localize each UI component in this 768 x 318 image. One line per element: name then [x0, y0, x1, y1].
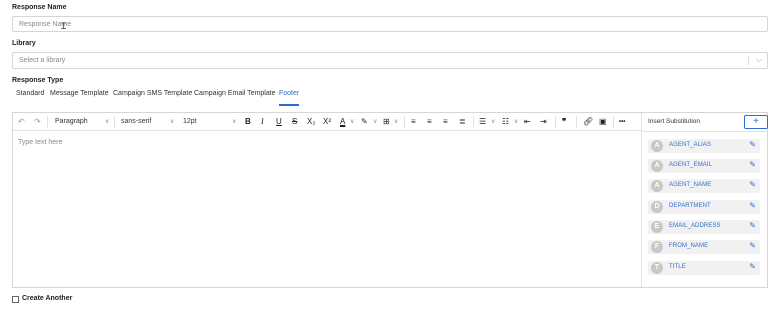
avatar: E — [651, 221, 663, 233]
tab-footer[interactable]: Footer — [279, 90, 300, 106]
edit-icon[interactable]: ✎ — [749, 241, 756, 250]
indent-icon[interactable]: ⇥ — [540, 116, 547, 128]
chevron-down-icon[interactable]: ⌵ — [756, 55, 762, 65]
redo-icon[interactable]: ↷ — [34, 116, 41, 128]
create-another-label: Create Another — [22, 295, 73, 302]
avatar: T — [651, 262, 663, 274]
editor-placeholder: Type text here — [18, 139, 63, 146]
bold-button[interactable]: B — [245, 116, 251, 128]
substitution-item-from-name[interactable]: F FROM_NAME ✎ — [648, 240, 760, 254]
library-placeholder: Select a library — [19, 57, 66, 64]
font-size-value: 12pt — [183, 118, 197, 125]
editor-body[interactable]: Type text here — [13, 131, 641, 287]
edit-icon[interactable]: ✎ — [749, 180, 756, 189]
substitution-item-email-address[interactable]: E EMAIL_ADDRESS ✎ — [648, 220, 760, 234]
align-left-icon[interactable]: ≡ — [411, 116, 416, 128]
substitution-item-agent-alias[interactable]: A AGENT_ALIAS ✎ — [648, 139, 760, 153]
add-substitution-button[interactable]: + — [744, 115, 768, 129]
block-format-value: Paragraph — [55, 118, 88, 125]
table-icon[interactable]: ⊞ — [383, 116, 390, 128]
avatar: F — [651, 241, 663, 253]
chevron-down-icon[interactable]: ∨ — [514, 116, 518, 128]
substitution-item-agent-name[interactable]: A AGENT_NAME ✎ — [648, 179, 760, 193]
italic-button[interactable]: I — [261, 116, 264, 128]
highlight-color-icon[interactable]: ✎ — [361, 116, 368, 128]
align-center-icon[interactable]: ≡ — [427, 116, 432, 128]
block-format-select[interactable]: Paragraph — [55, 116, 88, 128]
font-size-select[interactable]: 12pt — [183, 116, 197, 128]
avatar: A — [651, 140, 663, 152]
font-family-value: sans-serif — [121, 118, 152, 125]
edit-icon[interactable]: ✎ — [749, 221, 756, 230]
chevron-down-icon[interactable]: ∨ — [350, 116, 354, 128]
insert-substitution-title: Insert Substitution — [648, 118, 701, 125]
response-name-label: Response Name — [12, 4, 67, 11]
strikethrough-button[interactable]: S — [292, 116, 297, 128]
text-cursor-icon: Ɪ — [61, 21, 67, 31]
avatar: A — [651, 180, 663, 192]
chevron-down-icon[interactable]: ∨ — [394, 116, 398, 128]
tab-campaign-email-template[interactable]: Campaign Email Template — [194, 90, 276, 106]
edit-icon[interactable]: ✎ — [749, 262, 756, 271]
substitution-name: EMAIL_ADDRESS — [669, 223, 721, 229]
rich-text-editor: ↶ ↷ Paragraph ∨ sans-serif ∨ 12pt ∨ B I … — [12, 112, 768, 288]
create-another-checkbox[interactable] — [12, 296, 19, 303]
avatar: A — [651, 160, 663, 172]
font-family-select[interactable]: sans-serif — [121, 116, 151, 128]
response-type-label: Response Type — [12, 77, 64, 84]
underline-button[interactable]: U — [276, 116, 282, 128]
blockquote-icon[interactable]: ❞ — [562, 116, 566, 128]
text-color-button[interactable]: A — [340, 116, 345, 128]
select-divider — [748, 56, 749, 65]
edit-icon[interactable]: ✎ — [749, 140, 756, 149]
library-select[interactable]: Select a library ⌵ — [12, 52, 768, 69]
outdent-icon[interactable]: ⇤ — [524, 116, 531, 128]
tab-standard[interactable]: Standard — [16, 90, 44, 106]
response-name-input[interactable]: Response Name — [12, 16, 768, 32]
image-icon[interactable]: ▣ — [599, 116, 607, 128]
substitution-item-agent-email[interactable]: A AGENT_EMAIL ✎ — [648, 159, 760, 173]
undo-icon[interactable]: ↶ — [18, 116, 25, 128]
align-justify-icon[interactable]: ≣ — [459, 116, 466, 128]
insert-substitution-panel: Insert Substitution + A AGENT_ALIAS ✎ A … — [641, 113, 768, 287]
tab-message-template[interactable]: Message Template — [50, 90, 109, 106]
substitution-name: DEPARTMENT — [669, 203, 711, 209]
substitution-name: AGENT_ALIAS — [669, 142, 712, 148]
chevron-down-icon[interactable]: ∨ — [373, 116, 377, 128]
link-icon[interactable]: 🔗︎ — [583, 116, 593, 128]
edit-icon[interactable]: ✎ — [749, 201, 756, 210]
tab-campaign-sms-template[interactable]: Campaign SMS Template — [113, 90, 192, 106]
panel-divider — [642, 131, 768, 132]
align-right-icon[interactable]: ≡ — [443, 116, 448, 128]
substitution-name: AGENT_EMAIL — [669, 162, 713, 168]
substitution-name: AGENT_NAME — [669, 182, 712, 188]
substitution-name: TITLE — [669, 264, 686, 270]
superscript-button[interactable]: X² — [323, 116, 331, 128]
chevron-down-icon[interactable]: ∨ — [491, 116, 495, 128]
substitution-item-title[interactable]: T TITLE ✎ — [648, 261, 760, 275]
chevron-down-icon[interactable]: ∨ — [105, 116, 109, 128]
more-options-icon[interactable]: ••• — [619, 116, 625, 128]
bullet-list-icon[interactable]: ☰ — [479, 116, 486, 128]
editor-toolbar: ↶ ↷ Paragraph ∨ sans-serif ∨ 12pt ∨ B I … — [13, 113, 641, 131]
substitution-item-department[interactable]: D DEPARTMENT ✎ — [648, 200, 760, 214]
chevron-down-icon[interactable]: ∨ — [170, 116, 174, 128]
subscript-button[interactable]: X₂ — [307, 116, 315, 128]
chevron-down-icon[interactable]: ∨ — [232, 116, 236, 128]
numbered-list-icon[interactable]: ☷ — [502, 116, 509, 128]
edit-icon[interactable]: ✎ — [749, 160, 756, 169]
library-label: Library — [12, 40, 36, 47]
substitution-name: FROM_NAME — [669, 243, 709, 249]
avatar: D — [651, 201, 663, 213]
